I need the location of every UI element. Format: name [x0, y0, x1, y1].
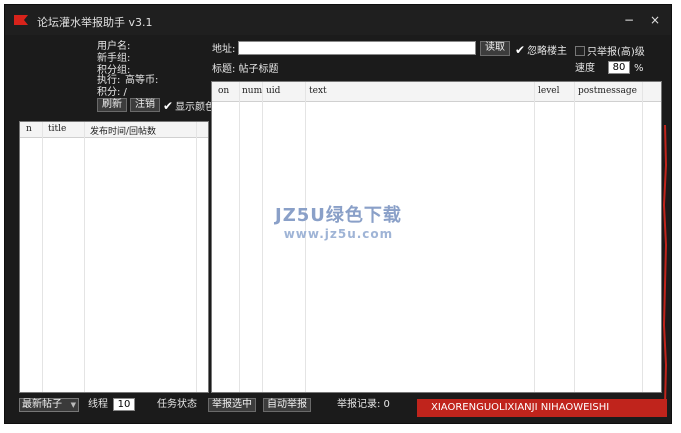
- column-divider: [642, 82, 643, 392]
- read-button[interactable]: 读取: [480, 41, 510, 56]
- ignore-owner-label: 忽略楼主: [527, 46, 568, 57]
- column-header: postmessage: [578, 86, 637, 96]
- speed-label: 速度: [575, 63, 595, 74]
- speed-input[interactable]: 80: [608, 61, 630, 74]
- checkbox-empty-icon: [575, 45, 585, 56]
- column-header: title: [48, 124, 67, 134]
- column-header: n: [26, 124, 32, 134]
- refresh-button[interactable]: 刷新: [97, 98, 127, 112]
- checkmark-icon: ✔: [515, 42, 526, 57]
- window-title: 论坛灌水举报助手 v3.1: [37, 16, 153, 29]
- column-header: uid: [266, 86, 281, 96]
- watermark-url: www.jz5u.com: [283, 227, 394, 241]
- post-list-header: on num uid text level postmessage: [212, 82, 661, 102]
- checkmark-icon: ✔: [163, 98, 174, 113]
- task-status-label: 任务状态: [157, 399, 197, 410]
- minimize-button[interactable]: −: [619, 11, 639, 29]
- column-header: level: [538, 86, 560, 96]
- watermark: JZ5U绿色下载 www.jz5u.com: [275, 201, 402, 241]
- close-button[interactable]: ×: [645, 11, 665, 29]
- speed-unit: %: [634, 63, 644, 74]
- column-divider: [534, 82, 535, 392]
- report-record-label: 举报记录: 0: [337, 399, 390, 410]
- threads-label: 线程: [88, 399, 108, 410]
- newbie-group-label: 新手组:: [97, 53, 131, 64]
- column-divider: [239, 82, 240, 392]
- chevron-down-icon: ▼: [70, 401, 76, 409]
- username-label: 用户名:: [97, 41, 131, 52]
- thread-list-panel[interactable]: n title 发布时间/回帖数: [19, 121, 209, 393]
- column-divider: [42, 122, 43, 392]
- logout-button[interactable]: 注销: [130, 98, 160, 112]
- show-color-label: 显示颜色: [175, 102, 216, 113]
- red-edge-decoration: [663, 125, 667, 405]
- column-divider: [262, 82, 263, 392]
- threads-input[interactable]: 10: [113, 398, 135, 411]
- column-divider: [574, 82, 575, 392]
- column-divider: [84, 122, 85, 392]
- app-window: 论坛灌水举报助手 v3.1 − × 用户名: 新手组: 积分组: 执行: 高等币…: [4, 4, 672, 424]
- exec-label: 执行:: [97, 75, 121, 86]
- auto-report-button[interactable]: 自动举报: [263, 398, 311, 412]
- watermark-title: JZ5U绿色下载: [275, 205, 402, 226]
- column-header: 发布时间/回帖数: [90, 127, 157, 137]
- red-flag-icon: [14, 15, 28, 25]
- url-label: 地址:: [212, 44, 236, 55]
- report-only-checkbox[interactable]: 只举报(高)级: [575, 43, 645, 58]
- thread-type-value: 最新帖子: [22, 399, 62, 410]
- url-input[interactable]: [238, 41, 476, 55]
- gold-coin-label: 高等币:: [125, 75, 159, 86]
- title-bar: 论坛灌水举报助手 v3.1 − ×: [5, 5, 671, 35]
- column-header: on: [218, 86, 230, 96]
- thread-type-select[interactable]: 最新帖子 ▼: [19, 398, 79, 412]
- column-header: num: [242, 86, 263, 96]
- report-selected-button[interactable]: 举报选中: [208, 398, 256, 412]
- scrolling-marquee: XIAORENGUOLIXIANJI NIHAOWEISHI: [417, 399, 667, 417]
- column-divider: [196, 122, 197, 392]
- ignore-owner-checkbox[interactable]: ✔ 忽略楼主: [515, 42, 568, 58]
- report-only-label: 只举报(高)级: [587, 47, 645, 58]
- show-color-checkbox[interactable]: ✔ 显示颜色: [163, 98, 216, 114]
- column-header: text: [309, 86, 327, 96]
- thread-list-header: n title 发布时间/回帖数: [20, 122, 208, 138]
- topic-label: 标题: 帖子标题: [212, 64, 279, 75]
